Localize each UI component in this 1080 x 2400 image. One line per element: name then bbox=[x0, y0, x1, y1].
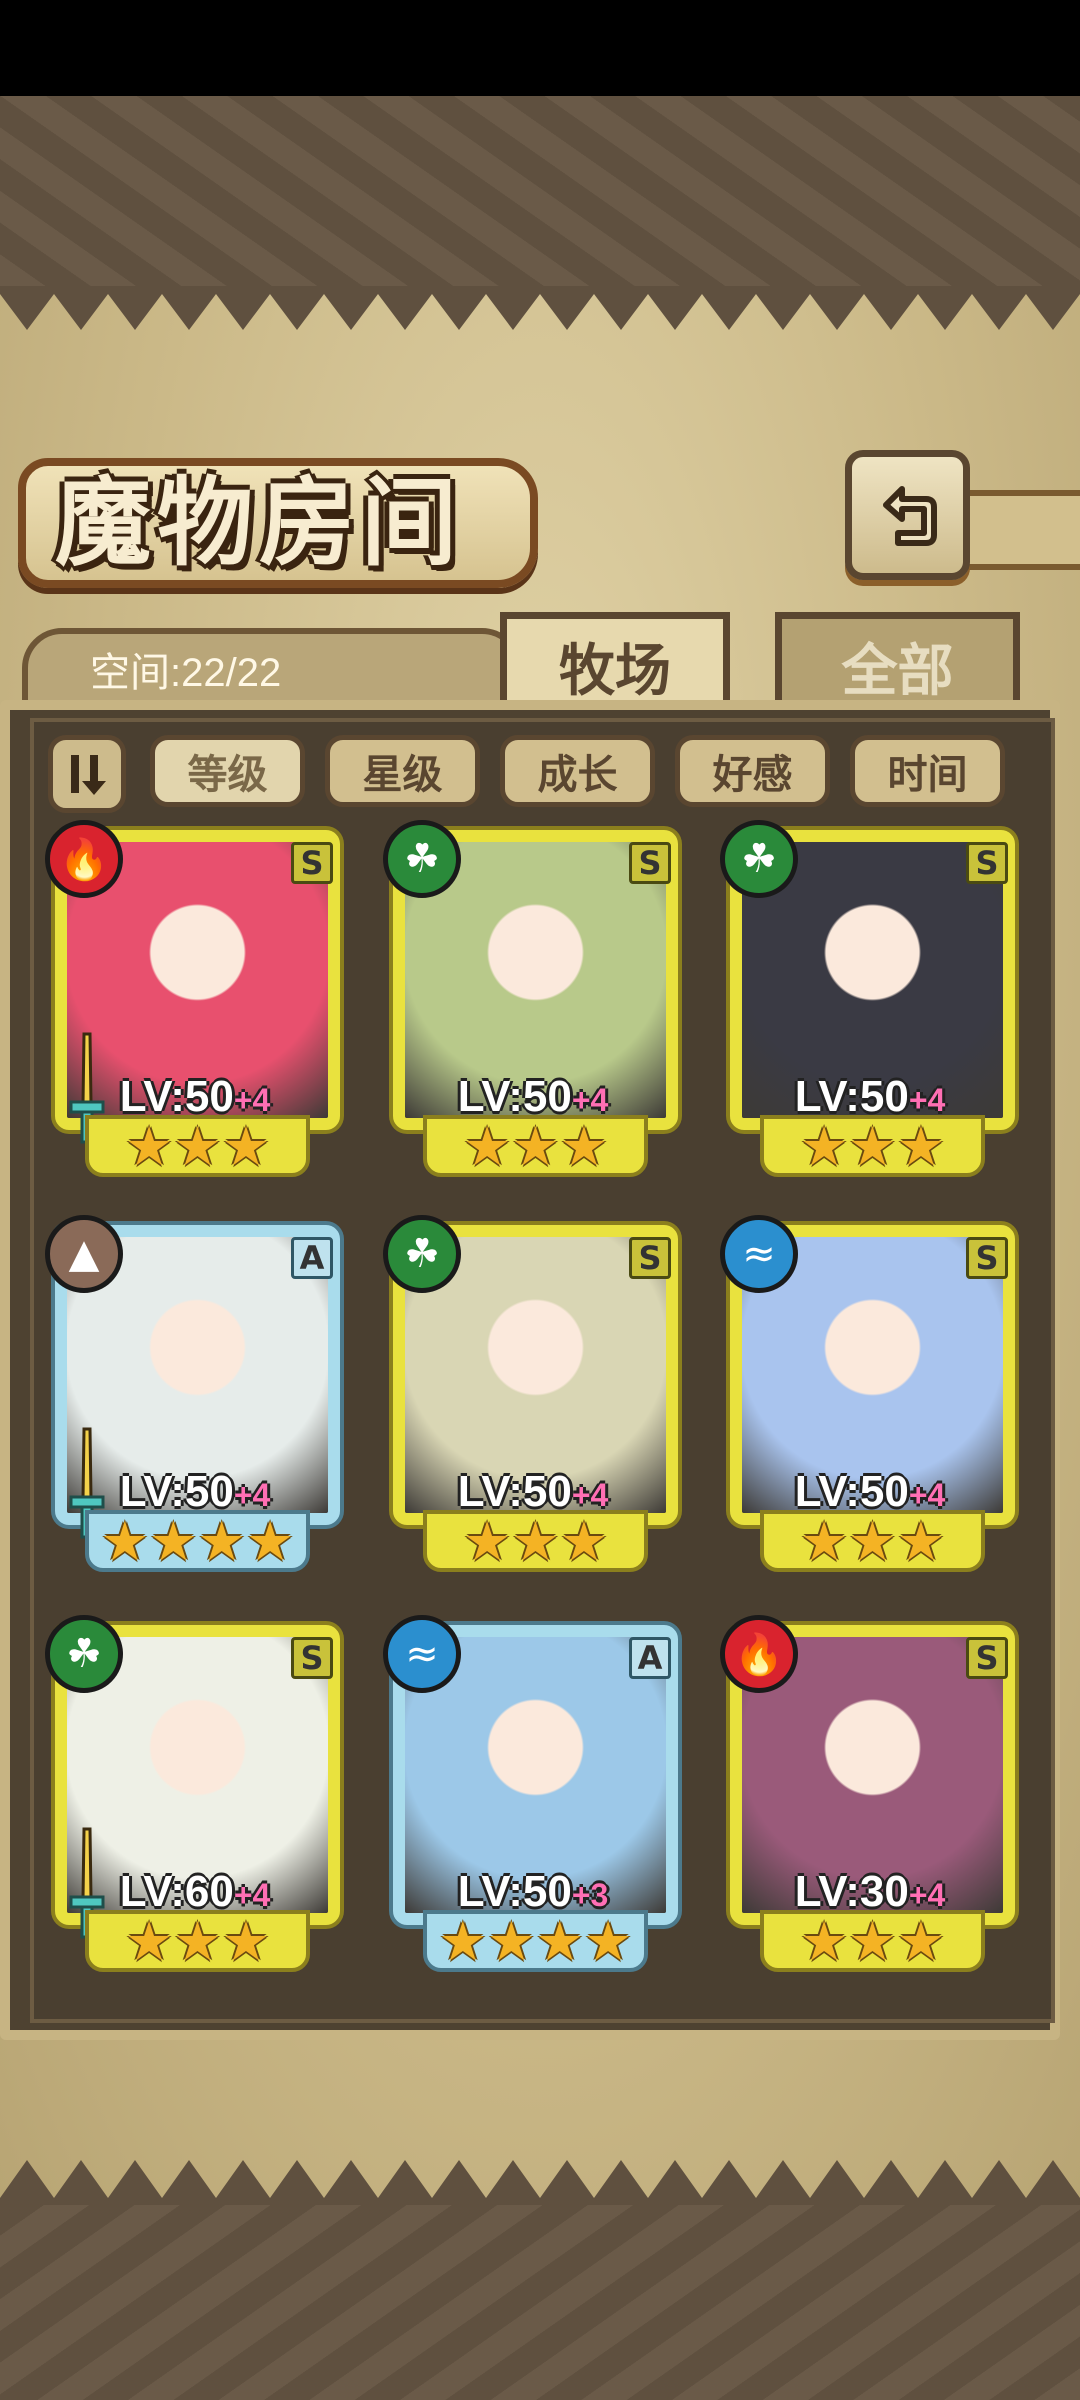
star-rating: ★★★ bbox=[85, 1115, 310, 1178]
level-plus: +3 bbox=[571, 1877, 609, 1913]
sort-affection-label: 好感 bbox=[712, 751, 793, 798]
star-rating: ★★★ bbox=[423, 1510, 648, 1573]
sort-order-button[interactable] bbox=[48, 735, 126, 813]
level-plus: +4 bbox=[233, 1082, 271, 1118]
star-rating: ★★★ bbox=[85, 1910, 310, 1973]
back-button[interactable] bbox=[845, 450, 970, 580]
tab-all-label: 全部 bbox=[841, 637, 954, 704]
monster-card[interactable]: S ☘ LV:50+4 ★★★ bbox=[383, 820, 683, 1178]
leaf-element-icon: ☘ bbox=[720, 820, 798, 898]
back-arrow-icon bbox=[882, 486, 937, 546]
zigzag-border-bottom bbox=[0, 2160, 1080, 2206]
monster-card[interactable]: S ≈ LV:50+4 ★★★ bbox=[720, 1215, 1020, 1573]
page-title: 魔物房间 bbox=[55, 466, 463, 579]
star-rating: ★★★★ bbox=[85, 1510, 310, 1573]
monster-card[interactable]: A ▲ LV:50+4 ★★★★ bbox=[45, 1215, 345, 1573]
star-rating: ★★★ bbox=[760, 1115, 985, 1178]
rank-badge: S bbox=[291, 1637, 333, 1679]
map-background-bottom bbox=[0, 2205, 1080, 2400]
level-plus: +4 bbox=[233, 1477, 271, 1513]
star-rating: ★★★ bbox=[423, 1115, 648, 1178]
rank-badge: A bbox=[291, 1237, 333, 1279]
level-plus: +4 bbox=[571, 1082, 609, 1118]
rank-badge: A bbox=[629, 1637, 671, 1679]
sort-growth-label: 成长 bbox=[537, 751, 618, 798]
zigzag-border-top bbox=[0, 286, 1080, 330]
sort-level-label: 等级 bbox=[187, 751, 268, 798]
rank-badge: S bbox=[966, 1237, 1008, 1279]
leaf-element-icon: ☘ bbox=[383, 1215, 461, 1293]
sort-level-button[interactable]: 等级 bbox=[150, 735, 305, 807]
monster-card[interactable]: S ☘ LV:50+4 ★★★ bbox=[720, 820, 1020, 1178]
water-element-icon: ≈ bbox=[383, 1615, 461, 1693]
sort-star-button[interactable]: 星级 bbox=[325, 735, 480, 807]
fire-element-icon: 🔥 bbox=[45, 820, 123, 898]
earth-element-icon: ▲ bbox=[45, 1215, 123, 1293]
sort-order-icon bbox=[71, 755, 106, 795]
rank-badge: S bbox=[966, 842, 1008, 884]
leaf-element-icon: ☘ bbox=[45, 1615, 123, 1693]
level-plus: +4 bbox=[908, 1082, 946, 1118]
rank-badge: S bbox=[966, 1637, 1008, 1679]
monster-card[interactable]: S ☘ LV:50+4 ★★★ bbox=[383, 1215, 683, 1573]
rank-badge: S bbox=[629, 842, 671, 884]
rank-badge: S bbox=[629, 1237, 671, 1279]
level-plus: +4 bbox=[233, 1877, 271, 1913]
level-plus: +4 bbox=[908, 1477, 946, 1513]
star-rating: ★★★ bbox=[760, 1510, 985, 1573]
sort-growth-button[interactable]: 成长 bbox=[500, 735, 655, 807]
leaf-element-icon: ☘ bbox=[383, 820, 461, 898]
capacity-text: 空间:22/22 bbox=[90, 651, 282, 695]
water-element-icon: ≈ bbox=[720, 1215, 798, 1293]
tab-ranch-label: 牧场 bbox=[559, 637, 671, 704]
star-rating: ★★★★ bbox=[423, 1910, 648, 1973]
sort-time-button[interactable]: 时间 bbox=[850, 735, 1005, 807]
monster-card[interactable]: S 🔥 LV:30+4 ★★★ bbox=[720, 1615, 1020, 1973]
level-plus: +4 bbox=[571, 1477, 609, 1513]
sort-star-label: 星级 bbox=[362, 751, 443, 798]
back-button-strip bbox=[960, 490, 1080, 570]
fire-element-icon: 🔥 bbox=[720, 1615, 798, 1693]
monster-card[interactable]: A ≈ LV:50+3 ★★★★ bbox=[383, 1615, 683, 1973]
level-plus: +4 bbox=[908, 1877, 946, 1913]
map-background-top bbox=[0, 96, 1080, 286]
sort-time-label: 时间 bbox=[887, 751, 968, 798]
star-rating: ★★★ bbox=[760, 1910, 985, 1973]
monster-card[interactable]: S 🔥 LV:50+4 ★★★ bbox=[45, 820, 345, 1178]
sort-affection-button[interactable]: 好感 bbox=[675, 735, 830, 807]
monster-card[interactable]: S ☘ LV:60+4 ★★★ bbox=[45, 1615, 345, 1973]
rank-badge: S bbox=[291, 842, 333, 884]
status-bar bbox=[0, 0, 1080, 96]
